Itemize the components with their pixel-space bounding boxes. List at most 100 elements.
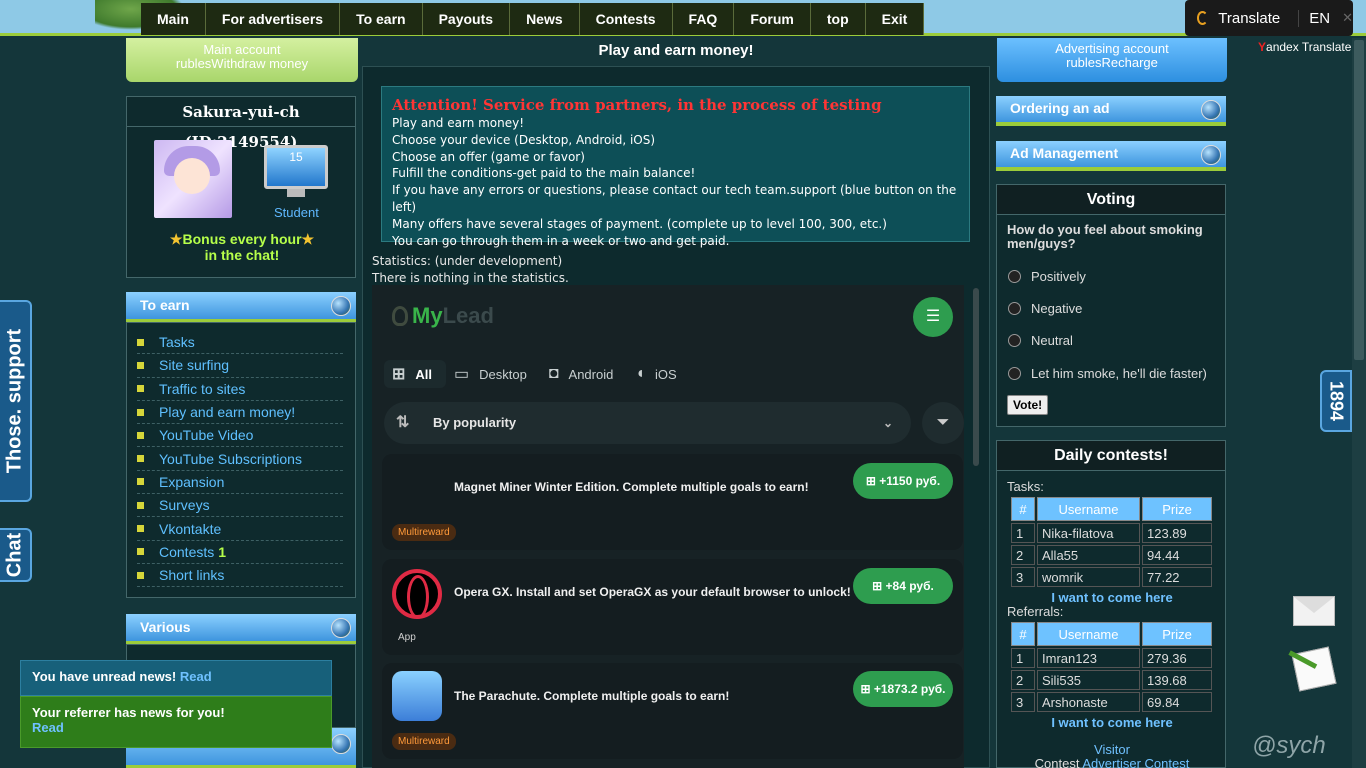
nav-contests[interactable]: Contests [579,3,673,35]
cell: 3 [1011,692,1035,712]
offer-price: +84 руб. [885,579,934,593]
nav-to-earn[interactable]: To earn [340,3,423,35]
daily-contests-panel: Daily contests! Tasks: # Username Prize … [996,440,1226,768]
referrals-label: Referrals: [1007,604,1064,619]
scrollbar-thumb[interactable] [1354,40,1364,360]
earn-item-short-links[interactable]: Short links [137,564,343,588]
vote-option[interactable]: Neutral [1008,333,1073,348]
attention-line: Choose an offer (game or favor) [392,149,585,164]
join-tasks-contest-link[interactable]: I want to come here [997,590,1227,605]
radio-button[interactable] [1008,302,1021,315]
grid-icon: ⊞ [392,366,406,383]
radio-button[interactable] [1008,367,1021,380]
nav-faq[interactable]: FAQ [672,3,735,35]
vote-option[interactable]: Let him smoke, he'll die faster) [1008,366,1207,381]
avatar[interactable] [154,140,232,218]
nav-exit[interactable]: Exit [865,3,925,35]
offer-price-button[interactable]: ⊞ +1873.2 руб. [853,671,953,707]
yandex-y: Y [1258,40,1267,54]
bullet-icon [137,431,144,439]
earn-item-traffic[interactable]: Traffic to sites [137,378,343,401]
filter-ios[interactable]: ◖ iOS [627,360,690,388]
globe-icon [1201,145,1221,165]
online-counter-tab[interactable]: 1894 [1320,370,1352,432]
mylead-scrollbar[interactable] [973,288,979,466]
visitor-link[interactable]: Visitor [997,743,1227,757]
earn-item-label: YouTube Video [159,427,254,444]
radio-button[interactable] [1008,334,1021,347]
bullet-icon [137,361,144,369]
earn-item-label: Contests [159,543,215,560]
close-icon[interactable]: ✕ [1342,10,1353,26]
page-scrollbar[interactable] [1352,38,1366,768]
earn-item-surveys[interactable]: Surveys [137,494,343,518]
support-tab-label: Those. support [3,328,26,474]
earn-item-contests[interactable]: Contests 1 [137,541,343,564]
menu-icon[interactable]: ☰ [913,297,953,337]
voting-title: Voting [997,185,1225,215]
bonus-chat-link[interactable]: ★Bonus every hour★ in the chat! [127,231,357,263]
nav-news[interactable]: News [510,3,580,35]
to-earn-header[interactable]: To earn [126,292,356,322]
filter-android[interactable]: ◘ Android [541,360,627,388]
advertiser-contest-link[interactable]: Advertiser Contest [1082,756,1189,768]
mail-icon[interactable] [1293,596,1335,626]
vote-button[interactable]: Vote! [1007,395,1049,415]
offer-card[interactable]: Opera GX. Install and set OperaGX as you… [382,559,963,655]
offer-price-button[interactable]: ⊞ +1150 руб. [853,463,953,499]
sort-dropdown[interactable]: ⇅ By popularity ⌄ [384,402,911,444]
chat-tab[interactable]: Chat [0,528,32,582]
notice-text: Your referrer has news for you! [32,705,225,720]
main-account-label: Main account [203,42,281,57]
voting-panel: Voting How do you feel about smoking men… [996,184,1226,427]
nav-payouts[interactable]: Payouts [422,3,511,35]
earn-item-play[interactable]: Play and earn money! [137,401,343,425]
support-tab[interactable]: Those. support [0,300,32,502]
read-referrer-link[interactable]: Read [32,720,64,735]
nav-top[interactable]: top [810,3,866,35]
various-header[interactable]: Various [126,614,356,644]
earn-item-expansion[interactable]: Expansion [137,471,343,495]
radio-button[interactable] [1008,270,1021,283]
withdraw-link[interactable]: rublesWithdraw money [126,57,358,71]
level-monitor-icon: 15 [264,145,328,189]
filter-funnel-icon[interactable]: ⏷ [922,402,964,444]
cell: 2 [1011,670,1035,690]
language-selector[interactable]: EN [1298,9,1330,27]
notepad-icon[interactable] [1291,646,1337,692]
nav-advertisers[interactable]: For advertisers [205,3,341,35]
cell: 69.84 [1142,692,1212,712]
translate-widget[interactable]: Translate EN ✕ [1185,0,1353,36]
filter-all[interactable]: ⊞ All [384,360,447,388]
gift-icon: ⊞ [872,579,886,593]
recharge-link[interactable]: rublesRecharge [997,56,1227,70]
ordering-ad-header[interactable]: Ordering an ad [996,96,1226,126]
avatar-face [174,158,210,194]
logo-lead: Lead [442,303,494,328]
earn-item-tasks[interactable]: Tasks [137,331,343,355]
col-header: Username [1037,497,1140,521]
advertising-account-box[interactable]: Advertising account rublesRecharge [997,38,1227,82]
nav-forum[interactable]: Forum [734,3,811,35]
level-number: 15 [289,150,303,164]
ad-management-header[interactable]: Ad Management [996,141,1226,171]
offer-price-button[interactable]: ⊞ +84 руб. [853,568,953,604]
join-referrals-contest-link[interactable]: I want to come here [997,715,1227,730]
yandex-credit-text: andex Translate [1266,40,1352,54]
offer-card[interactable]: Magnet Miner Winter Edition. Complete mu… [382,454,963,550]
earn-item-site-surfing[interactable]: Site surfing [137,354,343,378]
main-account-box[interactable]: Main account rublesWithdraw money [126,38,358,82]
vote-option[interactable]: Positively [1008,269,1086,284]
chevron-down-icon: ⌄ [882,416,893,430]
earn-item-youtube-video[interactable]: YouTube Video [137,424,343,448]
read-news-link[interactable]: Read [180,669,212,684]
offer-card[interactable]: The Parachute. Complete multiple goals t… [382,663,963,759]
earn-item-youtube-subs[interactable]: YouTube Subscriptions [137,447,343,471]
gift-icon: ⊞ [860,682,874,696]
level-title[interactable]: Student [274,205,319,220]
nav-main[interactable]: Main [141,3,206,35]
filter-desktop[interactable]: ▭ Desktop [446,360,541,388]
statistics: Statistics: (under development) There is… [372,253,569,287]
earn-item-vkontakte[interactable]: Vkontakte [137,517,343,541]
vote-option[interactable]: Negative [1008,301,1082,316]
